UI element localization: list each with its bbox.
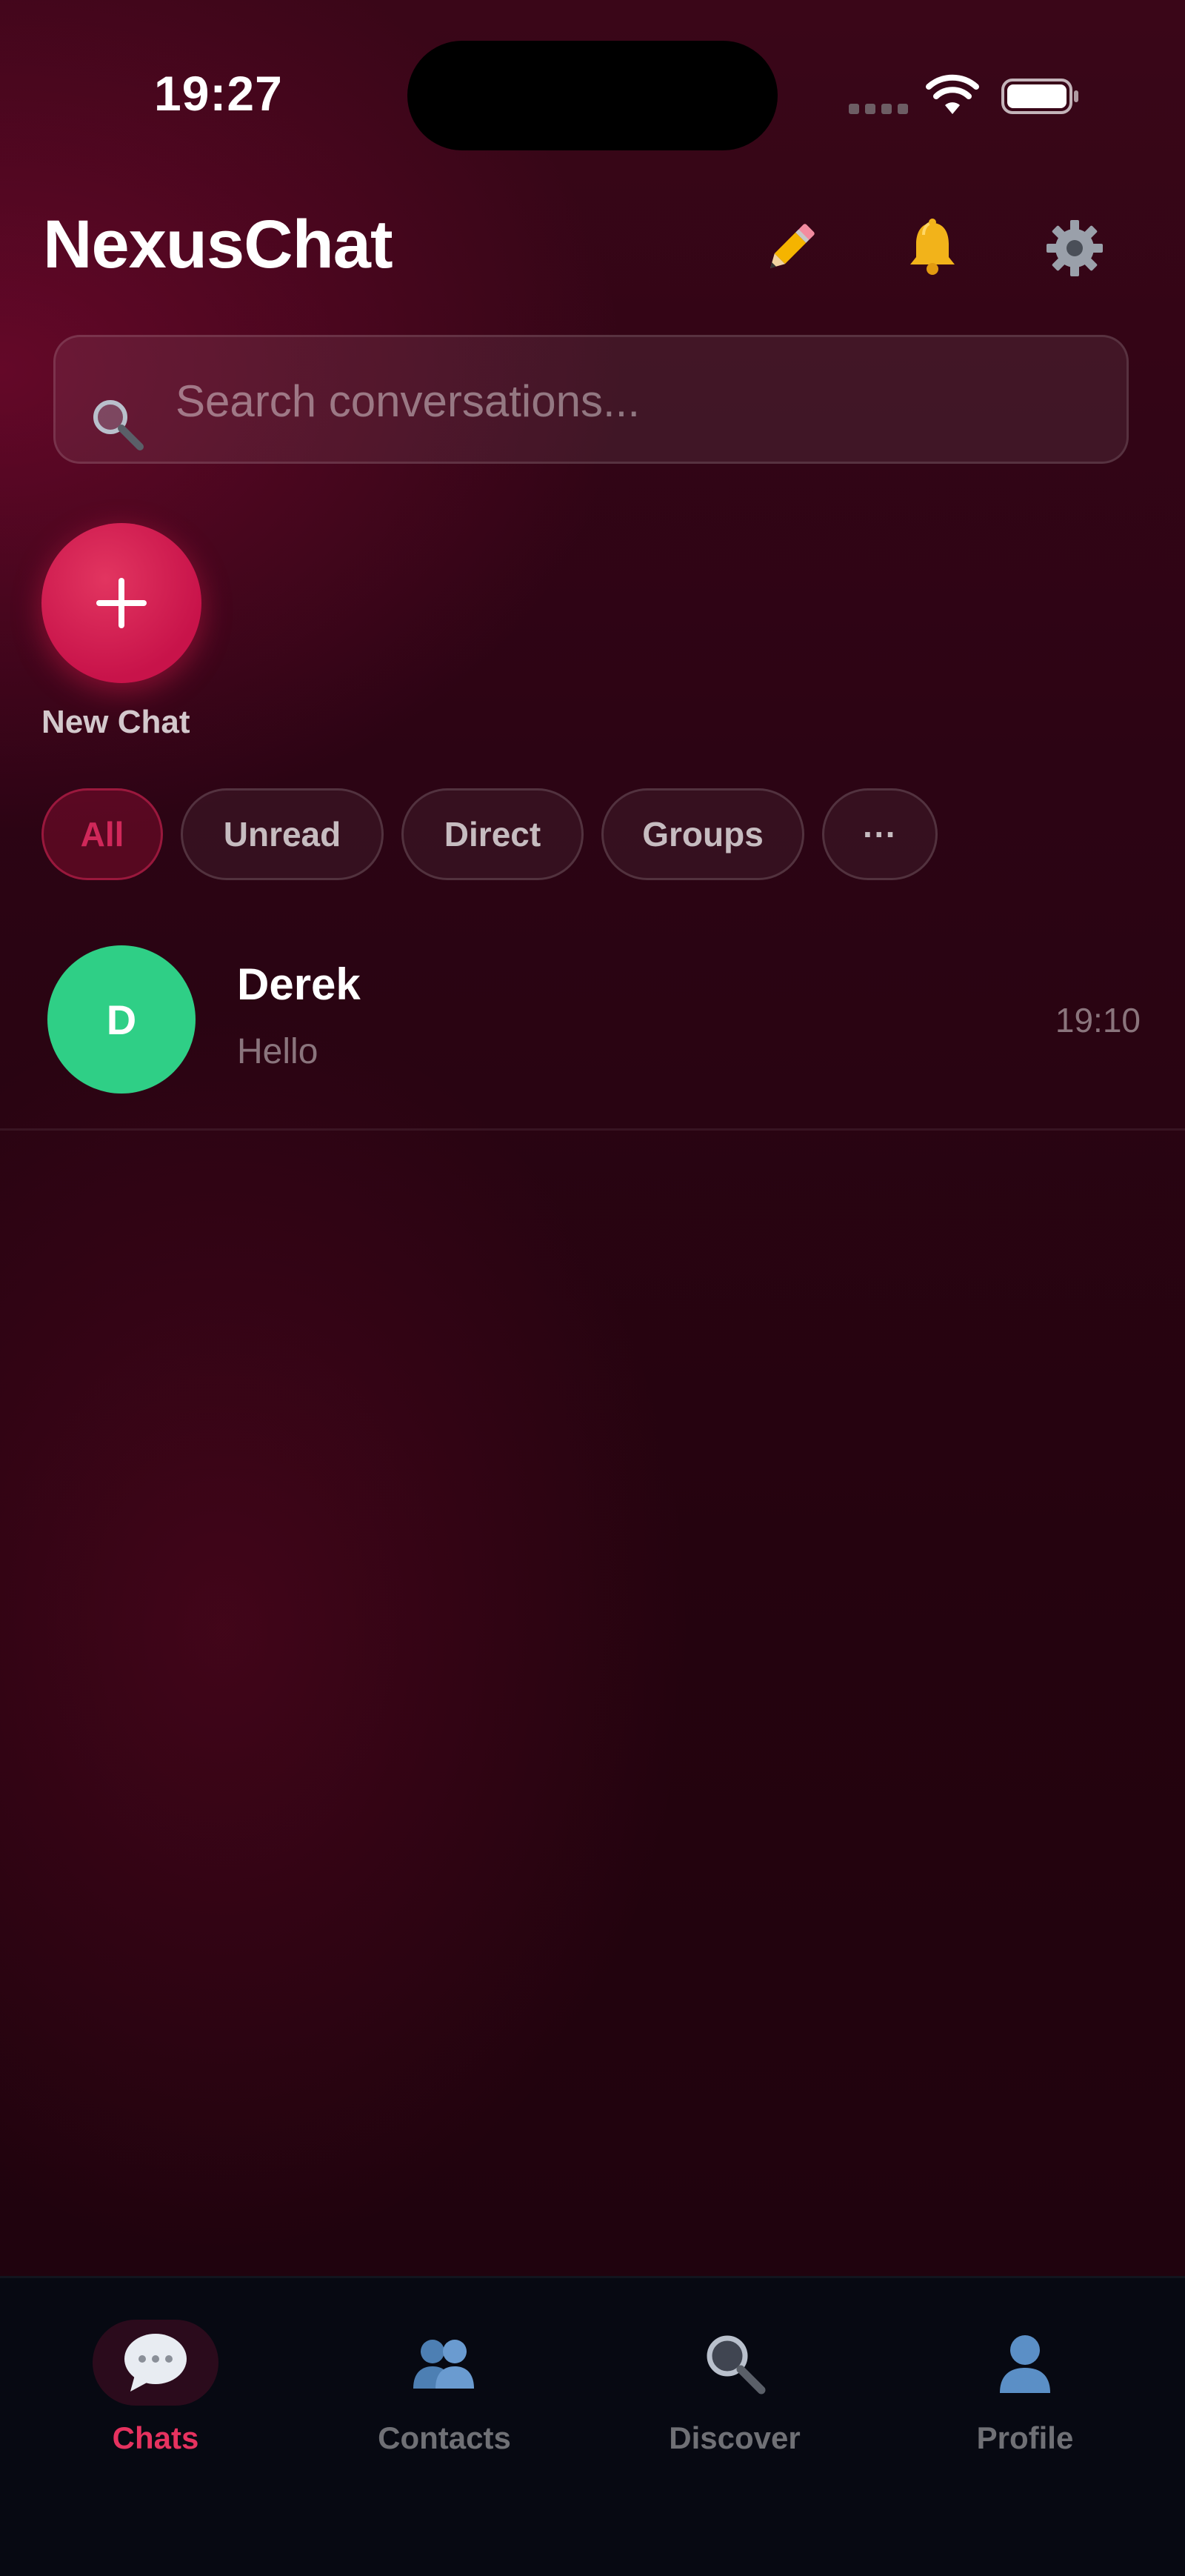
gear-icon <box>1047 220 1103 276</box>
conversation-row[interactable]: D Derek Hello 19:10 <box>0 931 1185 1131</box>
nav-label-profile: Profile <box>976 2420 1074 2455</box>
chat-bubble-icon <box>124 2334 187 2392</box>
magnifier-icon <box>707 2335 766 2394</box>
status-time: 19:27 <box>154 66 283 121</box>
battery-icon <box>1001 79 1078 114</box>
notifications-button[interactable] <box>899 215 966 282</box>
filter-unread[interactable]: Unread <box>181 788 384 880</box>
bell-icon <box>910 219 955 275</box>
bottom-nav: Chats Contacts Discover Profile <box>0 2276 1185 2576</box>
compose-button[interactable] <box>757 215 824 282</box>
cellular-signal-icon <box>849 104 908 114</box>
search-bar[interactable] <box>53 335 1129 464</box>
app-title: NexusChat <box>43 207 393 282</box>
filter-all[interactable]: All <box>41 788 163 880</box>
dynamic-island <box>407 41 778 150</box>
plus-icon <box>96 578 147 628</box>
settings-button[interactable] <box>1041 215 1108 282</box>
filter-direct[interactable]: Direct <box>401 788 584 880</box>
app-screen: 19:27 NexusChat Search conversations... … <box>0 0 1185 2576</box>
nav-label-chats: Chats <box>112 2420 199 2455</box>
conversation-preview: Hello <box>237 1032 318 1071</box>
filter-more[interactable]: ··· <box>822 788 938 880</box>
nav-contacts[interactable]: Contacts <box>318 2320 570 2497</box>
search-icon <box>93 400 144 450</box>
nav-label-discover: Discover <box>669 2420 801 2455</box>
wifi-icon <box>926 74 979 114</box>
new-chat-button[interactable] <box>41 523 201 683</box>
conversation-time: 19:10 <box>1055 1001 1141 1039</box>
search-input[interactable] <box>174 359 1095 442</box>
conversation-name: Derek <box>237 959 361 1009</box>
new-chat-label: New Chat <box>41 704 190 740</box>
nav-profile[interactable]: Profile <box>899 2320 1151 2497</box>
nav-discover[interactable]: Discover <box>609 2320 861 2497</box>
nav-label-contacts: Contacts <box>378 2420 511 2455</box>
pencil-icon <box>770 224 815 268</box>
avatar: D <box>47 945 196 1094</box>
filter-groups[interactable]: Groups <box>601 788 804 880</box>
nav-chats[interactable]: Chats <box>30 2320 281 2497</box>
people-icon <box>413 2340 474 2389</box>
person-icon <box>1000 2335 1050 2393</box>
